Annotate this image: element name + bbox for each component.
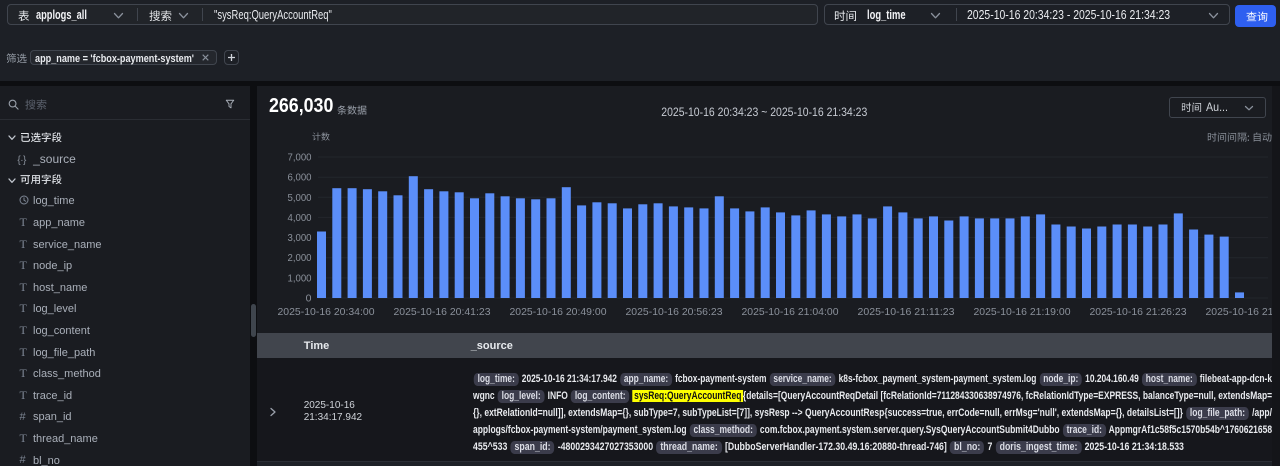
svg-text:2025-10-16 21:26:23: 2025-10-16 21:26:23: [1090, 306, 1187, 318]
svg-text:2025-10-16 21:04:00: 2025-10-16 21:04:00: [742, 306, 839, 318]
svg-text:2025-10-16 20:34:00: 2025-10-16 20:34:00: [278, 306, 375, 318]
svg-text:4,000: 4,000: [288, 212, 312, 224]
svg-text:2025-10-16 20:49:00: 2025-10-16 20:49:00: [510, 306, 607, 318]
svg-text:1,000: 1,000: [288, 272, 312, 284]
svg-text:2025-10-16 20:56:23: 2025-10-16 20:56:23: [626, 306, 723, 318]
svg-text:3,000: 3,000: [288, 232, 312, 244]
svg-text:2025-10-16 21:19:00: 2025-10-16 21:19:00: [974, 306, 1071, 318]
svg-text:7,000: 7,000: [288, 152, 312, 164]
svg-text:2025-10-16 20:41:23: 2025-10-16 20:41:23: [394, 306, 491, 318]
svg-text:0: 0: [306, 293, 312, 305]
svg-text:2,000: 2,000: [288, 252, 312, 264]
svg-text:5,000: 5,000: [288, 192, 312, 204]
svg-text:2025-10-16 21:11:23: 2025-10-16 21:11:23: [858, 306, 955, 318]
svg-text:2025-10-16 21:34:23: 2025-10-16 21:34:23: [1206, 306, 1273, 318]
svg-text:6,000: 6,000: [288, 172, 312, 184]
